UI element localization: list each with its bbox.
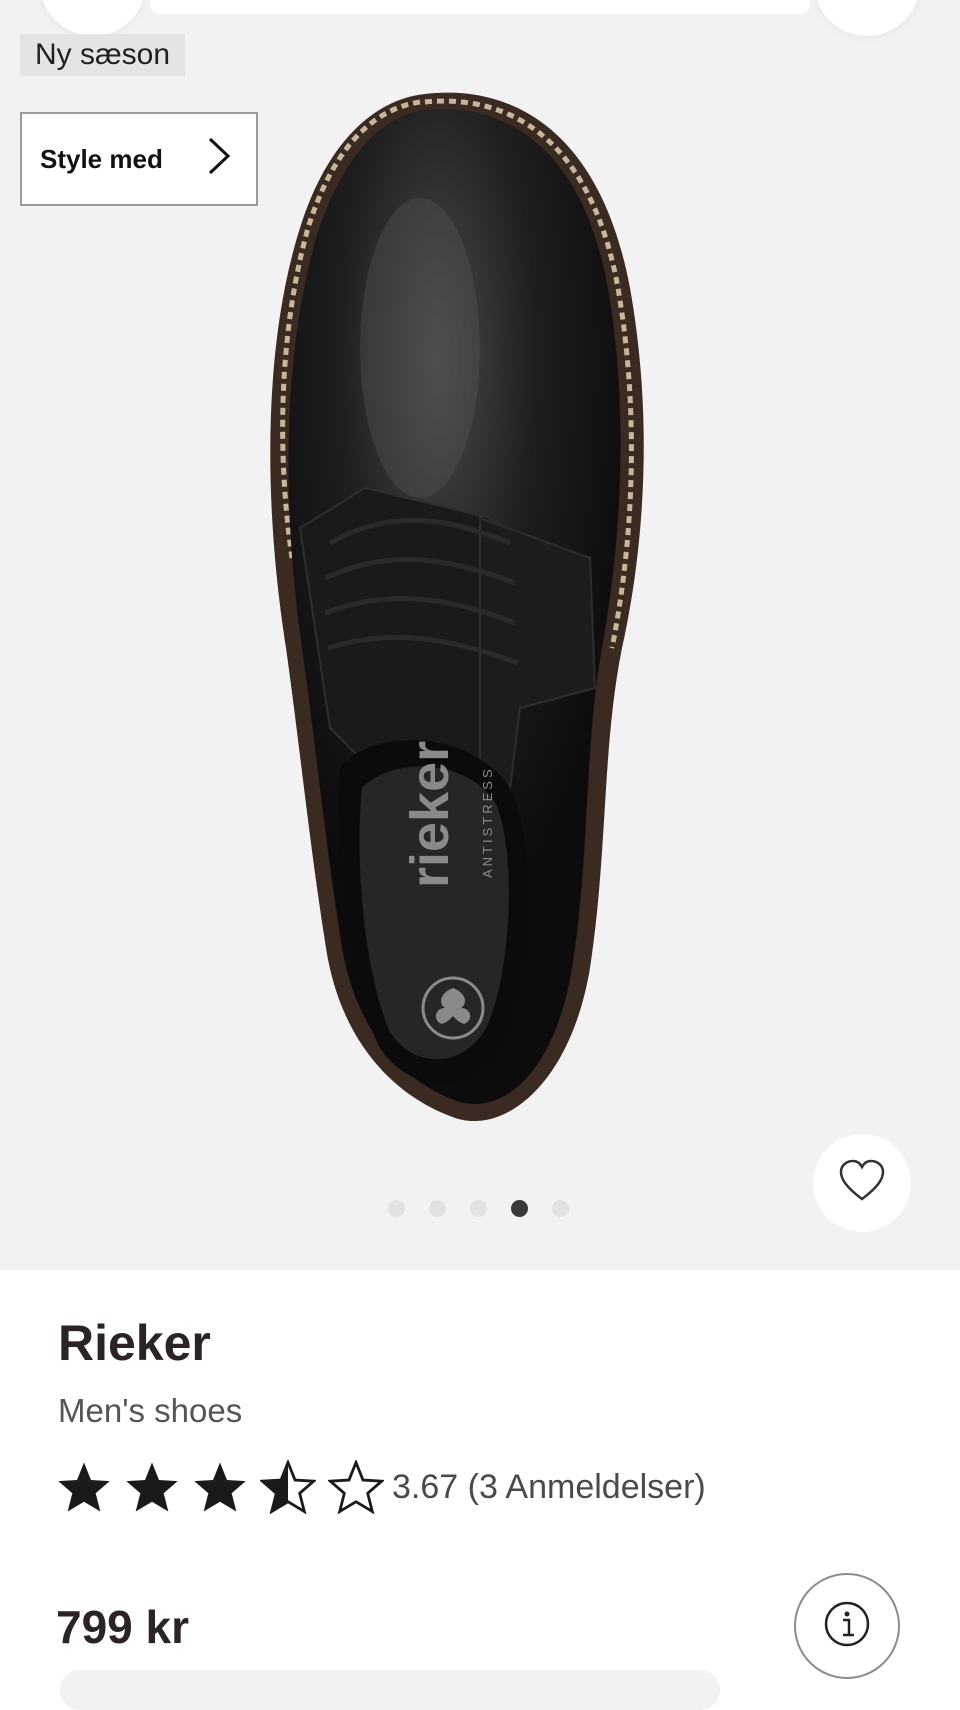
bottom-action-bar[interactable] (60, 1670, 720, 1710)
star-half-icon (260, 1460, 316, 1514)
product-image-shoe: rieker ANTISTRESS (270, 92, 644, 1122)
product-category: Men's shoes (58, 1392, 243, 1429)
pagination-dot[interactable] (388, 1200, 405, 1217)
product-rating[interactable]: 3.67 (3 Anmeldelser) (56, 1456, 706, 1518)
star-full-icon (194, 1462, 246, 1512)
top-search-strip (150, 0, 810, 14)
star-full-icon (126, 1462, 178, 1512)
product-image-gallery[interactable]: Ny sæson Style med rieker ANTISTRESS (0, 0, 960, 1270)
star-empty-icon (328, 1460, 384, 1514)
new-season-badge: Ny sæson (20, 34, 186, 76)
pagination-dot[interactable] (429, 1200, 446, 1217)
info-icon (823, 1600, 871, 1653)
price-info-button[interactable] (794, 1573, 900, 1679)
back-button[interactable] (40, 0, 146, 36)
rating-stars (56, 1460, 384, 1514)
insole-brand-text: rieker (400, 741, 460, 888)
heart-icon (838, 1159, 886, 1208)
chevron-right-icon (206, 136, 232, 183)
pagination-dot-active[interactable] (511, 1200, 528, 1217)
star-full-icon (58, 1462, 110, 1512)
pagination-dot[interactable] (470, 1200, 487, 1217)
product-brand: Rieker (58, 1315, 211, 1371)
insole-subtitle-text: ANTISTRESS (480, 766, 495, 878)
shopping-bag-icon (849, 0, 885, 4)
chevron-left-icon (78, 0, 108, 1)
pagination-dot[interactable] (552, 1200, 569, 1217)
rating-summary[interactable]: 3.67 (3 Anmeldelser) (392, 1468, 706, 1507)
favorite-button[interactable] (813, 1134, 911, 1232)
product-price: 799 kr (56, 1601, 190, 1653)
shopping-bag-button[interactable] (814, 0, 920, 36)
style-with-label: Style med (40, 143, 163, 174)
image-pagination-dots[interactable] (388, 1200, 569, 1217)
style-with-button[interactable]: Style med (20, 112, 258, 206)
